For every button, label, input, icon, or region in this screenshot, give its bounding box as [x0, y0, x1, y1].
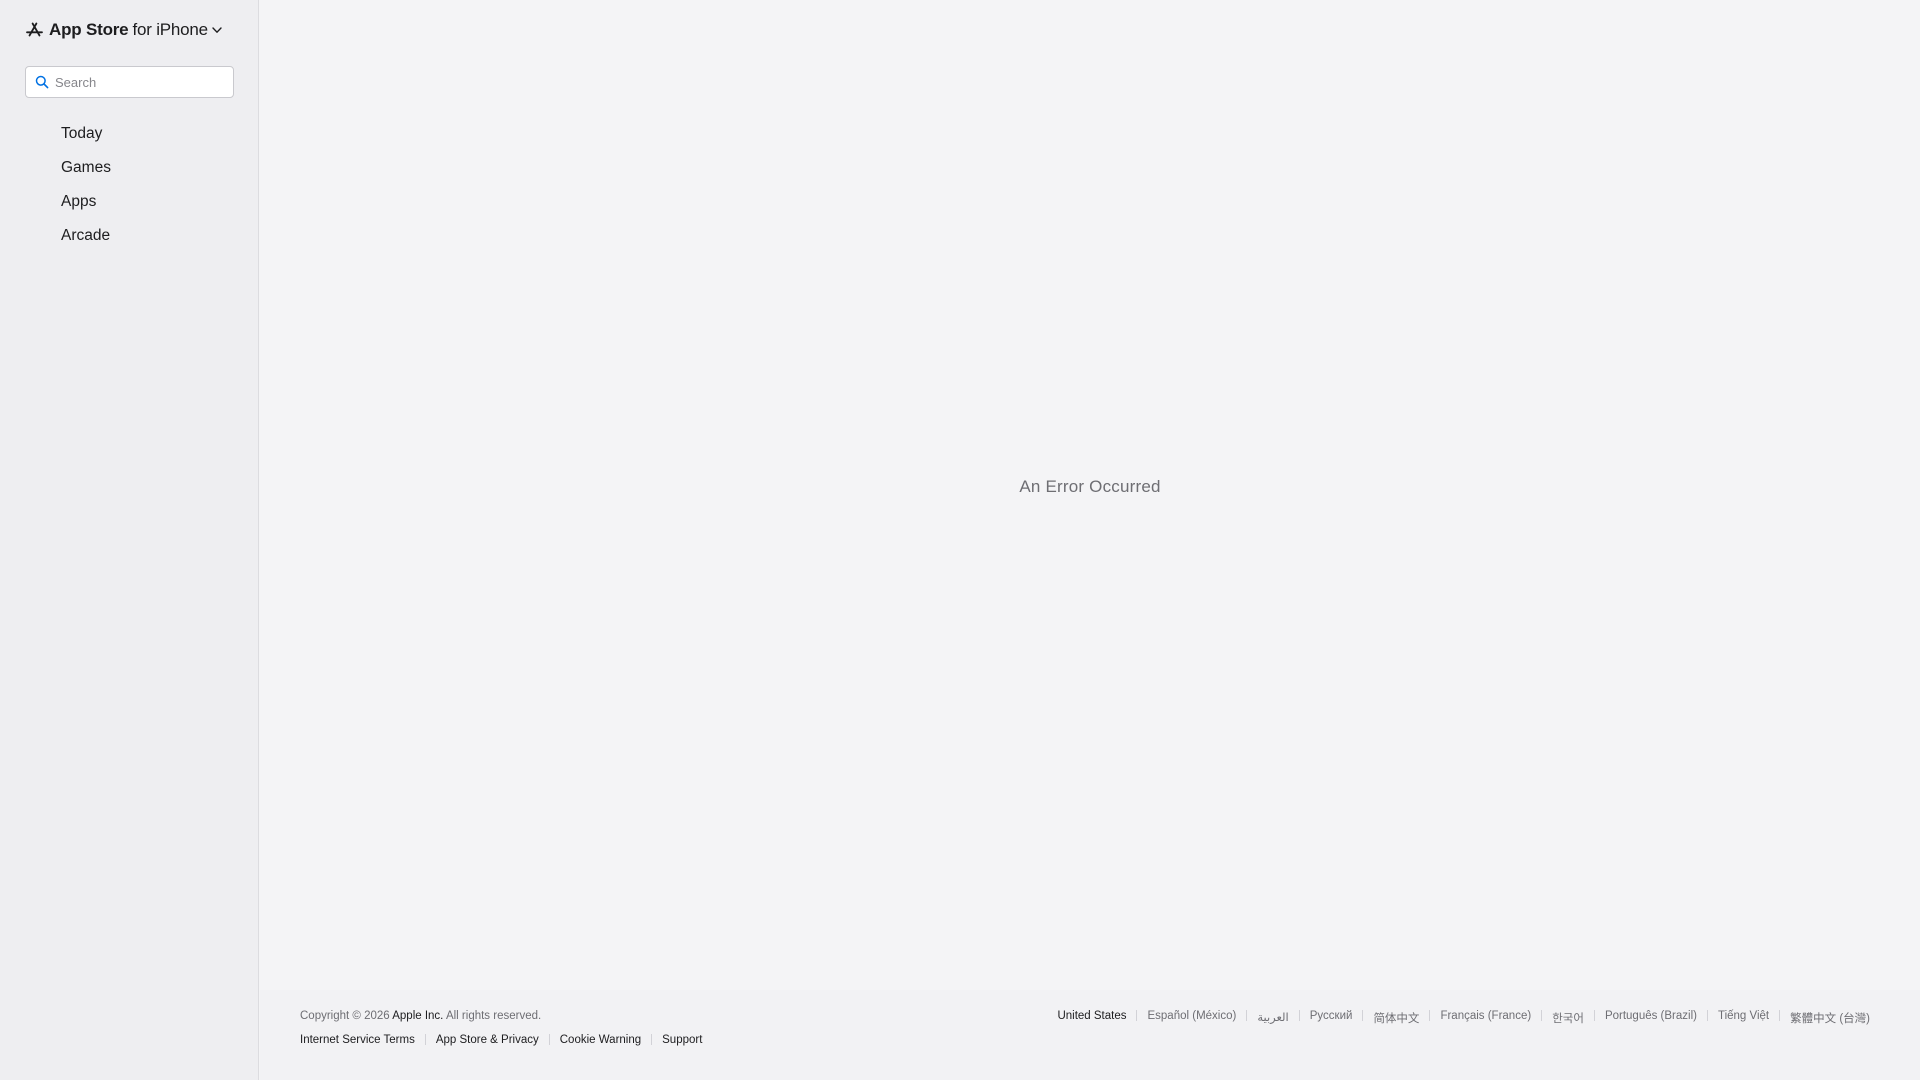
lang-russian[interactable]: Русский [1310, 1010, 1353, 1026]
divider [1298, 1010, 1300, 1021]
divider [1779, 1010, 1781, 1021]
platform-label: for iPhone [132, 20, 208, 39]
search-box[interactable] [25, 66, 234, 98]
copyright-prefix: Copyright © 2026 [300, 1010, 390, 1022]
sidebar-item-today[interactable]: Today [0, 117, 258, 151]
lang-espanol-mexico[interactable]: Español (México) [1147, 1010, 1236, 1026]
divider [1706, 1010, 1708, 1021]
sidebar-item-apps[interactable]: Apps [0, 185, 258, 219]
lang-traditional-chinese[interactable]: 繁體中文 (台灣) [1790, 1010, 1870, 1026]
language-links: United States Español (México) العربية Р… [1057, 1010, 1870, 1026]
brand-name: App Store [49, 20, 129, 39]
cookie-warning-link[interactable]: Cookie Warning [560, 1034, 641, 1046]
main-content: An Error Occurred [260, 0, 1920, 990]
lang-vietnamese[interactable]: Tiếng Việt [1718, 1010, 1769, 1026]
lang-arabic[interactable]: العربية [1257, 1010, 1288, 1026]
lang-portuguese-brazil[interactable]: Português (Brazil) [1605, 1010, 1697, 1026]
divider [1541, 1010, 1543, 1021]
platform-switcher[interactable]: App Store for iPhone [25, 18, 223, 42]
lang-korean[interactable]: 한국어 [1552, 1010, 1584, 1026]
internet-service-terms-link[interactable]: Internet Service Terms [300, 1034, 415, 1046]
sidebar: App Store for iPhone Today Games Apps Ar… [0, 0, 259, 1080]
footer: Copyright © 2026 Apple Inc. All rights r… [260, 990, 1920, 1080]
support-link[interactable]: Support [662, 1034, 702, 1046]
divider [1593, 1010, 1595, 1021]
app-window: App Store for iPhone Today Games Apps Ar… [0, 0, 1920, 1080]
divider [424, 1034, 426, 1045]
divider [548, 1034, 550, 1045]
error-message: An Error Occurred [1019, 477, 1161, 496]
search-input[interactable] [55, 74, 215, 90]
sidebar-item-arcade[interactable]: Arcade [0, 219, 258, 253]
copyright: Copyright © 2026 Apple Inc. All rights r… [300, 1010, 541, 1022]
divider [1246, 1010, 1248, 1021]
app-store-privacy-link[interactable]: App Store & Privacy [436, 1034, 539, 1046]
sidebar-nav: Today Games Apps Arcade [0, 117, 258, 253]
app-store-icon [25, 21, 44, 40]
divider [1429, 1010, 1431, 1021]
apple-link[interactable]: Apple Inc. [392, 1010, 443, 1022]
chevron-down-icon [211, 24, 223, 36]
divider [651, 1034, 653, 1045]
sidebar-item-games[interactable]: Games [0, 151, 258, 185]
divider [1362, 1010, 1364, 1021]
rights-text: All rights reserved. [445, 1010, 542, 1022]
divider [1136, 1010, 1138, 1021]
legal-links: Internet Service Terms App Store & Priva… [300, 1034, 702, 1046]
lang-simplified-chinese[interactable]: 简体中文 [1373, 1010, 1419, 1026]
search-icon [35, 75, 49, 89]
lang-united-states[interactable]: United States [1057, 1010, 1126, 1026]
lang-french-france[interactable]: Français (France) [1440, 1010, 1531, 1026]
